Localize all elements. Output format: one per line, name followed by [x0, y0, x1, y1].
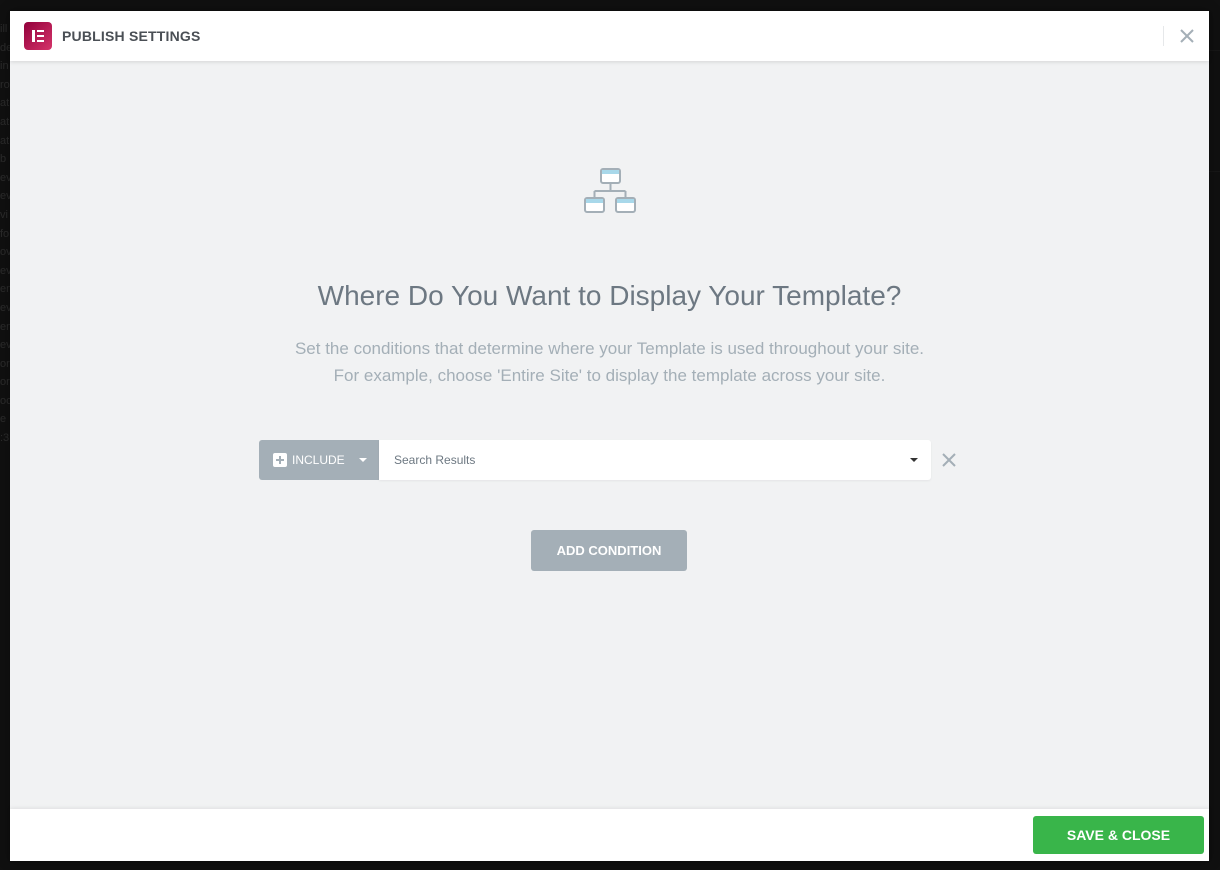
sitemap-icon	[584, 168, 636, 213]
save-close-button[interactable]: SAVE & CLOSE	[1033, 816, 1204, 854]
modal-title: PUBLISH SETTINGS	[62, 28, 201, 44]
plus-square-icon	[273, 453, 287, 467]
remove-condition-button[interactable]	[941, 452, 957, 468]
close-button[interactable]	[1176, 25, 1198, 47]
chevron-down-icon	[910, 458, 918, 462]
close-icon	[1180, 29, 1194, 43]
condition-select-value: Search Results	[394, 453, 476, 467]
include-dropdown-caret-icon	[359, 458, 367, 462]
headline: Where Do You Want to Display Your Templa…	[317, 280, 902, 311]
header-divider	[1163, 26, 1164, 46]
modal-header: PUBLISH SETTINGS	[10, 11, 1209, 61]
remove-icon	[942, 453, 956, 467]
description-line-1: Set the conditions that determine where …	[294, 339, 925, 358]
modal-body: Where Do You Want to Display Your Templa…	[10, 61, 1209, 809]
include-label: INCLUDE	[292, 453, 345, 467]
condition-select[interactable]: Search Results	[379, 440, 931, 480]
elementor-logo-icon	[24, 22, 52, 50]
include-type-select[interactable]: INCLUDE	[259, 440, 379, 480]
publish-settings-modal: PUBLISH SETTINGS Where Do You Want to Di…	[10, 11, 1209, 861]
description-line-2: For example, choose 'Entire Site' to dis…	[333, 366, 886, 385]
add-condition-button[interactable]: ADD CONDITION	[531, 530, 687, 571]
modal-footer: SAVE & CLOSE	[10, 809, 1209, 861]
